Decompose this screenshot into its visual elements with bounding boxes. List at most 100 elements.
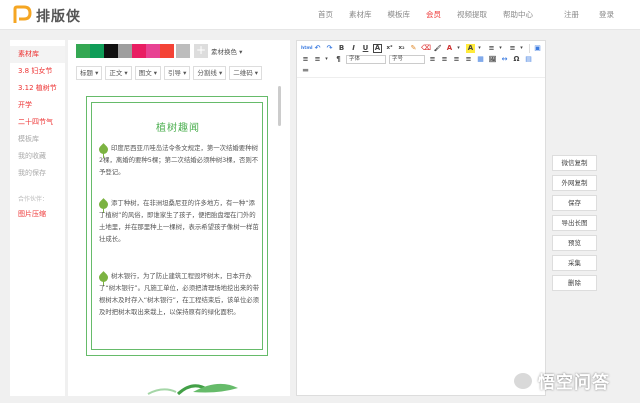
- chevron-down-icon[interactable]: ▾: [517, 44, 526, 53]
- sidebar-item-favorites[interactable]: 我的收藏: [10, 148, 65, 165]
- justify-left-icon[interactable]: ≡: [428, 55, 437, 64]
- sidebar-item-school-start[interactable]: 开学: [10, 97, 65, 114]
- chevron-down-icon[interactable]: ▾: [496, 44, 505, 53]
- line-height-icon[interactable]: ≡: [313, 55, 322, 64]
- category-image-text[interactable]: 图文 ▾: [134, 66, 162, 80]
- html-source-icon[interactable]: html: [301, 44, 313, 53]
- horizontal-rule-icon[interactable]: ▬: [301, 66, 310, 75]
- nav-materials[interactable]: 素材库: [349, 9, 372, 20]
- font-size-select[interactable]: 字号: [389, 55, 425, 64]
- preview-button[interactable]: 预览: [552, 235, 597, 251]
- material-card[interactable]: 植树趣闻 印度尼西亚爪哇岛法令条文规定，第一次结婚要种树2棵，离婚的要种5棵；第…: [86, 96, 268, 356]
- material-scrollbar[interactable]: [278, 86, 281, 126]
- justify-right-icon[interactable]: ≡: [452, 55, 461, 64]
- logo-text[interactable]: 排版侠: [36, 6, 81, 26]
- rich-text-editor: html ↶ ↷ B I U A x² x₂ ✎ ⌫ 🖌 A ▾ A ▾ ≡ ▾…: [296, 40, 546, 396]
- justify-center-icon[interactable]: ≡: [440, 55, 449, 64]
- external-copy-button[interactable]: 外网复制: [552, 175, 597, 191]
- table-icon[interactable]: ▦: [476, 55, 485, 64]
- left-sidebar: 素材库 3.8 妇女节 3.12 植树节 开学 二十四节气 模板库 我的收藏 我…: [10, 40, 65, 396]
- card-paragraph-2: 添丁种树，在非洲坦桑尼亚的许多地方，有一种“添丁植树”的风俗，即谁家生了孩子，便…: [99, 199, 259, 243]
- editor-toolbar-row-3: ▬: [301, 66, 313, 75]
- category-divider[interactable]: 分割线 ▾: [193, 66, 227, 80]
- highlight-color-icon[interactable]: A: [466, 44, 475, 53]
- delete-button[interactable]: 删除: [552, 275, 597, 291]
- sidebar-item-materials[interactable]: 素材库: [10, 46, 65, 63]
- logo-icon[interactable]: [12, 5, 32, 25]
- sidebar-item-arbor-day[interactable]: 3.12 植树节: [10, 80, 65, 97]
- top-header: 排版侠 首页 素材库 模板库 会员 视频提取 帮助中心 注册 登录: [0, 0, 640, 30]
- partners-label: 合作伙伴：: [18, 196, 49, 203]
- collect-button[interactable]: 采集: [552, 255, 597, 271]
- category-tabs: 标题 ▾ 正文 ▾ 图文 ▾ 引导 ▾ 分割线 ▾ 二维码 ▾: [76, 66, 265, 80]
- format-paint-icon[interactable]: ✎: [409, 44, 418, 53]
- color-swatch[interactable]: [160, 44, 174, 58]
- material-color-select[interactable]: 素材换色 ▾: [211, 46, 242, 56]
- save-button[interactable]: 保存: [552, 195, 597, 211]
- redo-icon[interactable]: ↷: [325, 44, 334, 53]
- nav-vip[interactable]: 会员: [426, 9, 441, 20]
- font-family-select[interactable]: 字体: [346, 55, 386, 64]
- nav-home[interactable]: 首页: [318, 9, 333, 20]
- partner-link-image-compress[interactable]: 图片压缩: [10, 206, 65, 223]
- auth-links: 注册 登录: [544, 9, 614, 20]
- unordered-list-icon[interactable]: ≡: [508, 44, 517, 53]
- category-guide[interactable]: 引导 ▾: [164, 66, 191, 80]
- paragraph-icon[interactable]: ¶: [334, 55, 343, 64]
- watermark-text: 悟空问答: [538, 373, 610, 393]
- sidebar-item-womens-day[interactable]: 3.8 妇女节: [10, 63, 65, 80]
- gray-color-button[interactable]: [176, 44, 190, 58]
- chevron-down-icon[interactable]: ▾: [322, 55, 331, 64]
- leaves-decoration-icon: [147, 383, 238, 396]
- color-swatch[interactable]: [76, 44, 90, 58]
- nav-help[interactable]: 帮助中心: [503, 9, 533, 20]
- bold-icon[interactable]: B: [337, 44, 346, 53]
- brush-icon[interactable]: 🖌: [433, 44, 442, 53]
- font-border-icon[interactable]: A: [373, 44, 382, 53]
- chevron-down-icon[interactable]: ▾: [475, 44, 484, 53]
- speech-bubble-icon: [512, 370, 534, 391]
- login-link[interactable]: 登录: [599, 9, 614, 20]
- color-swatch[interactable]: [90, 44, 104, 58]
- link-icon[interactable]: ↔: [500, 55, 509, 64]
- add-color-button[interactable]: +: [194, 44, 208, 58]
- card-paragraph-3: 树木银行，为了防止建筑工程毁坏树木，日本开办了“树木银行”。凡施工单位，必须把清…: [99, 272, 259, 316]
- fullscreen-icon[interactable]: ▣: [533, 44, 542, 53]
- editor-toolbar-row-2: ≡ ≡ ▾ ¶ 字体 字号 ≡ ≡ ≡ ≡ ▦ 🖼 ↔ Ω ▤: [301, 55, 536, 64]
- color-swatch[interactable]: [132, 44, 146, 58]
- font-color-icon[interactable]: A: [445, 44, 454, 53]
- color-swatch[interactable]: [118, 44, 132, 58]
- image-icon[interactable]: 🖼: [488, 55, 497, 64]
- ordered-list-icon[interactable]: ≡: [487, 44, 496, 53]
- nav-video-extract[interactable]: 视频提取: [457, 9, 487, 20]
- category-body[interactable]: 正文 ▾: [105, 66, 132, 80]
- card-title: 植树趣闻: [156, 123, 200, 134]
- main-nav: 首页 素材库 模板库 会员 视频提取 帮助中心: [318, 9, 549, 20]
- editor-content-area[interactable]: [297, 77, 545, 395]
- register-link[interactable]: 注册: [564, 9, 579, 20]
- watermark: 悟空问答: [512, 368, 610, 393]
- justify-full-icon[interactable]: ≡: [464, 55, 473, 64]
- superscript-icon[interactable]: x²: [385, 44, 394, 53]
- underline-icon[interactable]: U: [361, 44, 370, 53]
- subscript-icon[interactable]: x₂: [397, 44, 406, 53]
- category-title[interactable]: 标题 ▾: [76, 66, 103, 80]
- color-swatch[interactable]: [146, 44, 160, 58]
- wechat-copy-button[interactable]: 微信复制: [552, 155, 597, 171]
- chevron-down-icon[interactable]: ▾: [454, 44, 463, 53]
- special-char-icon[interactable]: Ω: [512, 55, 521, 64]
- sidebar-item-solar-terms[interactable]: 二十四节气: [10, 114, 65, 131]
- card-paragraph-1: 印度尼西亚爪哇岛法令条文规定，第一次结婚要种树2棵，离婚的要种5棵；第二次结婚必…: [99, 144, 259, 176]
- italic-icon[interactable]: I: [349, 44, 358, 53]
- sidebar-item-templates[interactable]: 模板库: [10, 131, 65, 148]
- sidebar-item-saved[interactable]: 我的保存: [10, 165, 65, 182]
- template-icon[interactable]: ▤: [524, 55, 533, 64]
- clear-format-icon[interactable]: ⌫: [421, 44, 431, 53]
- align-left-icon[interactable]: ≡: [301, 55, 310, 64]
- undo-icon[interactable]: ↶: [313, 44, 322, 53]
- category-qrcode[interactable]: 二维码 ▾: [229, 66, 263, 80]
- material-panel: + 素材换色 ▾ 标题 ▾ 正文 ▾ 图文 ▾ 引导 ▾ 分割线 ▾ 二维码 ▾…: [68, 40, 290, 396]
- nav-templates[interactable]: 模板库: [388, 9, 411, 20]
- export-long-image-button[interactable]: 导出长图: [552, 215, 597, 231]
- color-swatch[interactable]: [104, 44, 118, 58]
